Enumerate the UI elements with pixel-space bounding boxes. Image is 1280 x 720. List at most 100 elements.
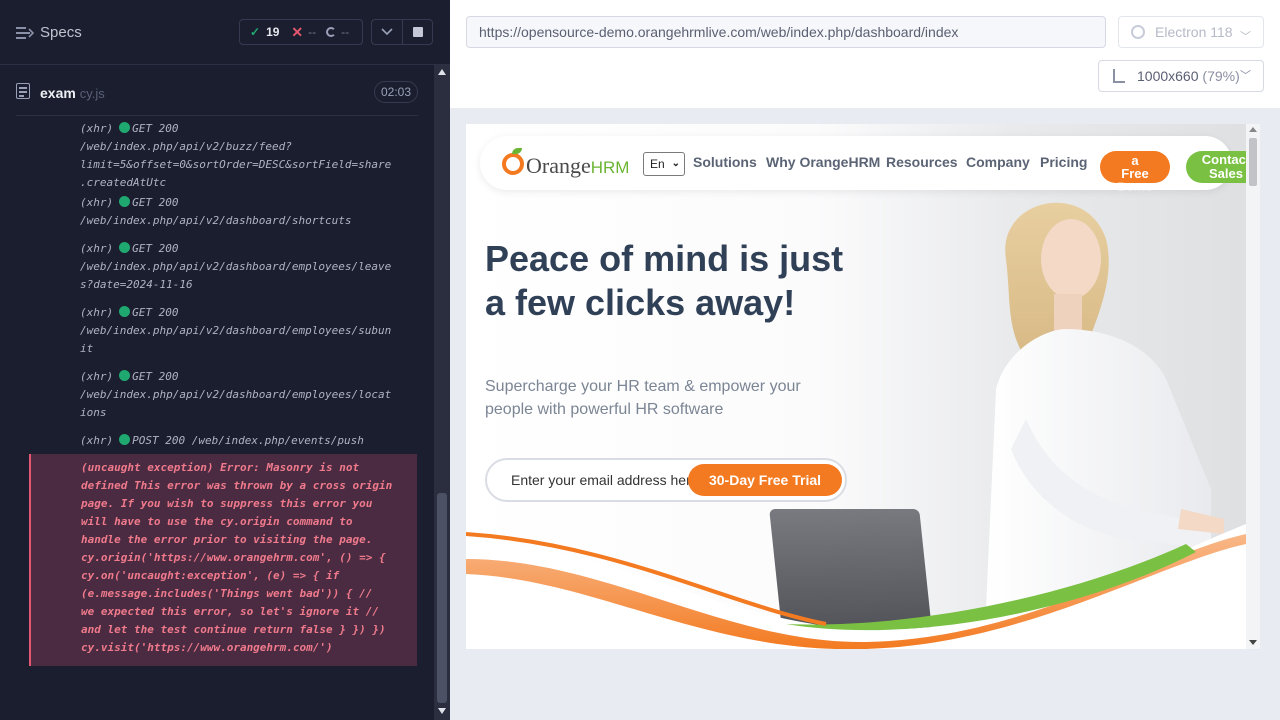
spec-file-row[interactable]: exam cy.js 02:03 [16,76,418,116]
chevron-down-icon [381,28,393,36]
log-url-line: ions [80,406,107,419]
aut-panel: https://opensource-demo.orangehrmlive.co… [450,0,1280,720]
status-dot-icon [119,242,131,253]
log-tag: (xhr) [80,196,114,209]
spec-duration: 02:03 [373,81,418,103]
log-entry[interactable]: (xhr) GET 200/web/index.php/api/v2/buzz/f… [80,120,416,192]
electron-icon [1131,25,1145,39]
document-icon [16,83,30,99]
runner-panel: Specs ✓ 19 ✕ -- -- exam cy.js 02:03 (xhr… [0,0,450,720]
viewport-size: 1000x660 [1137,68,1199,84]
menu-icon[interactable] [16,25,34,41]
email-signup-form: Enter your email address here 30-Day Fre… [485,458,847,502]
status-dot-icon [119,434,131,445]
viewport-selector[interactable]: 1000x660 (79%) ﹀ [1098,60,1264,92]
log-entry[interactable]: (xhr) GET 200/web/index.php/api/v2/dashbo… [80,240,416,294]
log-entry[interactable]: (xhr) GET 200/web/index.php/api/v2/dashbo… [80,368,416,422]
test-stats: ✓ 19 ✕ -- -- [239,19,363,45]
error-line: handle the error prior to visiting the p… [81,533,373,546]
log-url-line: /web/index.php/api/v2/dashboard/employee… [80,324,392,337]
aut-header: https://opensource-demo.orangehrmlive.co… [450,0,1280,108]
scroll-up-icon[interactable] [1249,127,1257,132]
error-line: cy.origin('https://www.orangehrm.com', (… [81,551,386,564]
free-demo-button[interactable]: a Free Demo [1100,151,1170,193]
pending-count: -- [341,25,350,39]
log-tag: (xhr) [80,122,114,135]
language-select[interactable]: En ⌄ [643,152,685,176]
log-method: GET 200 [132,370,179,383]
log-method: GET 200 [132,306,179,319]
log-url-line: s?date=2024-11-16 [80,278,193,291]
chevron-down-icon: ⌄ [671,158,680,169]
nav-pricing[interactable]: Pricing [1040,154,1087,170]
email-input[interactable]: Enter your email address here [511,472,699,488]
free-trial-button[interactable]: 30-Day Free Trial [688,464,842,496]
browser-label: Electron 118 [1155,24,1233,40]
log-tag: (xhr) [80,370,114,383]
hero-subline: Supercharge your HR team & empower your … [485,378,801,418]
scroll-thumb[interactable] [1249,138,1257,186]
failed-count: -- [308,25,317,39]
hero-headline: Peace of mind is just a few clicks away! [485,238,844,323]
log-entry[interactable]: (xhr) GET 200/web/index.php/api/v2/dashbo… [80,194,416,230]
orangehrm-logo[interactable]: OrangeHRM [502,148,632,180]
log-url-line: /web/index.php/api/v2/dashboard/shortcut… [80,214,352,227]
orange-wave-decoration [466,524,1246,649]
error-line: (e.message.includes('Things went bad')) … [81,587,373,600]
error-line: (uncaught exception) Error: Masonry is n… [81,461,360,474]
status-dot-icon [119,370,131,381]
log-url-line: limit=5&offset=0&sortOrder=DESC&sortFiel… [80,158,392,171]
log-tag: (xhr) [80,306,114,319]
spec-file-name: exam [40,85,76,101]
log-entry[interactable]: (xhr) POST 200 /web/index.php/events/push [80,432,416,450]
browser-selector[interactable]: Electron 118 ﹀ [1118,16,1264,48]
log-entry[interactable]: (xhr) GET 200/web/index.php/api/v2/dashbo… [80,304,416,358]
scroll-down-icon[interactable] [438,708,446,714]
check-icon: ✓ [250,25,261,39]
chevron-down-icon: ﹀ [1240,31,1251,43]
nav-solutions[interactable]: Solutions [693,154,757,170]
orange-logo-icon [502,153,524,175]
error-text: (uncaught exception) Error: Masonry is n… [81,459,415,657]
log-tag: (xhr) [80,434,114,447]
error-message[interactable]: (uncaught exception) Error: Masonry is n… [29,454,417,666]
log-method: GET 200 [132,196,179,209]
nav-why-orangehrm[interactable]: Why OrangeHRM [766,154,880,170]
expand-button[interactable] [371,19,403,45]
error-line: cy.on('uncaught:exception', (e) => { if [81,569,340,582]
log-url-line: it [80,342,94,355]
scroll-thumb[interactable] [437,493,447,703]
pending-icon [326,27,337,37]
log-url-line: /web/index.php/api/v2/dashboard/employee… [80,388,392,401]
passed-count: 19 [266,25,280,39]
stop-button[interactable] [402,19,433,45]
ruler-icon [1113,69,1125,83]
error-line: page. If you wish to suppress this error… [81,497,373,510]
nav-resources[interactable]: Resources [886,154,958,170]
scroll-up-icon[interactable] [438,69,446,75]
scroll-down-icon[interactable] [1249,640,1257,645]
status-dot-icon [119,122,131,133]
status-dot-icon [119,196,131,207]
command-log: exam cy.js 02:03 (xhr) GET 200/web/index.… [0,66,432,720]
stop-icon [412,27,423,37]
specs-header: Specs ✓ 19 ✕ -- -- [0,0,450,65]
runner-scrollbar[interactable] [434,65,450,720]
log-url-line: /web/index.php/api/v2/buzz/feed? [80,140,292,153]
error-line: and let the test continue return false }… [81,623,386,636]
x-icon: ✕ [291,23,304,40]
log-method: POST 200 /web/index.php/events/push [132,434,364,447]
spec-file-ext: cy.js [79,86,105,101]
log-tag: (xhr) [80,242,114,255]
chevron-down-icon: ﹀ [1240,70,1251,82]
error-line: will have to use the cy.origin command t… [81,515,353,528]
log-url-line: .createdAtUtc [80,176,167,189]
log-method: GET 200 [132,122,179,135]
aut-scrollbar[interactable] [1246,124,1260,649]
error-line: we expected this error, so let's ignore … [81,605,380,618]
specs-title[interactable]: Specs [40,24,82,41]
url-bar[interactable]: https://opensource-demo.orangehrmlive.co… [466,16,1106,48]
nav-company[interactable]: Company [966,154,1030,170]
error-line: cy.visit('https://www.orangehrm.com/') [81,641,333,654]
zoom-level: (79%) [1202,68,1240,84]
